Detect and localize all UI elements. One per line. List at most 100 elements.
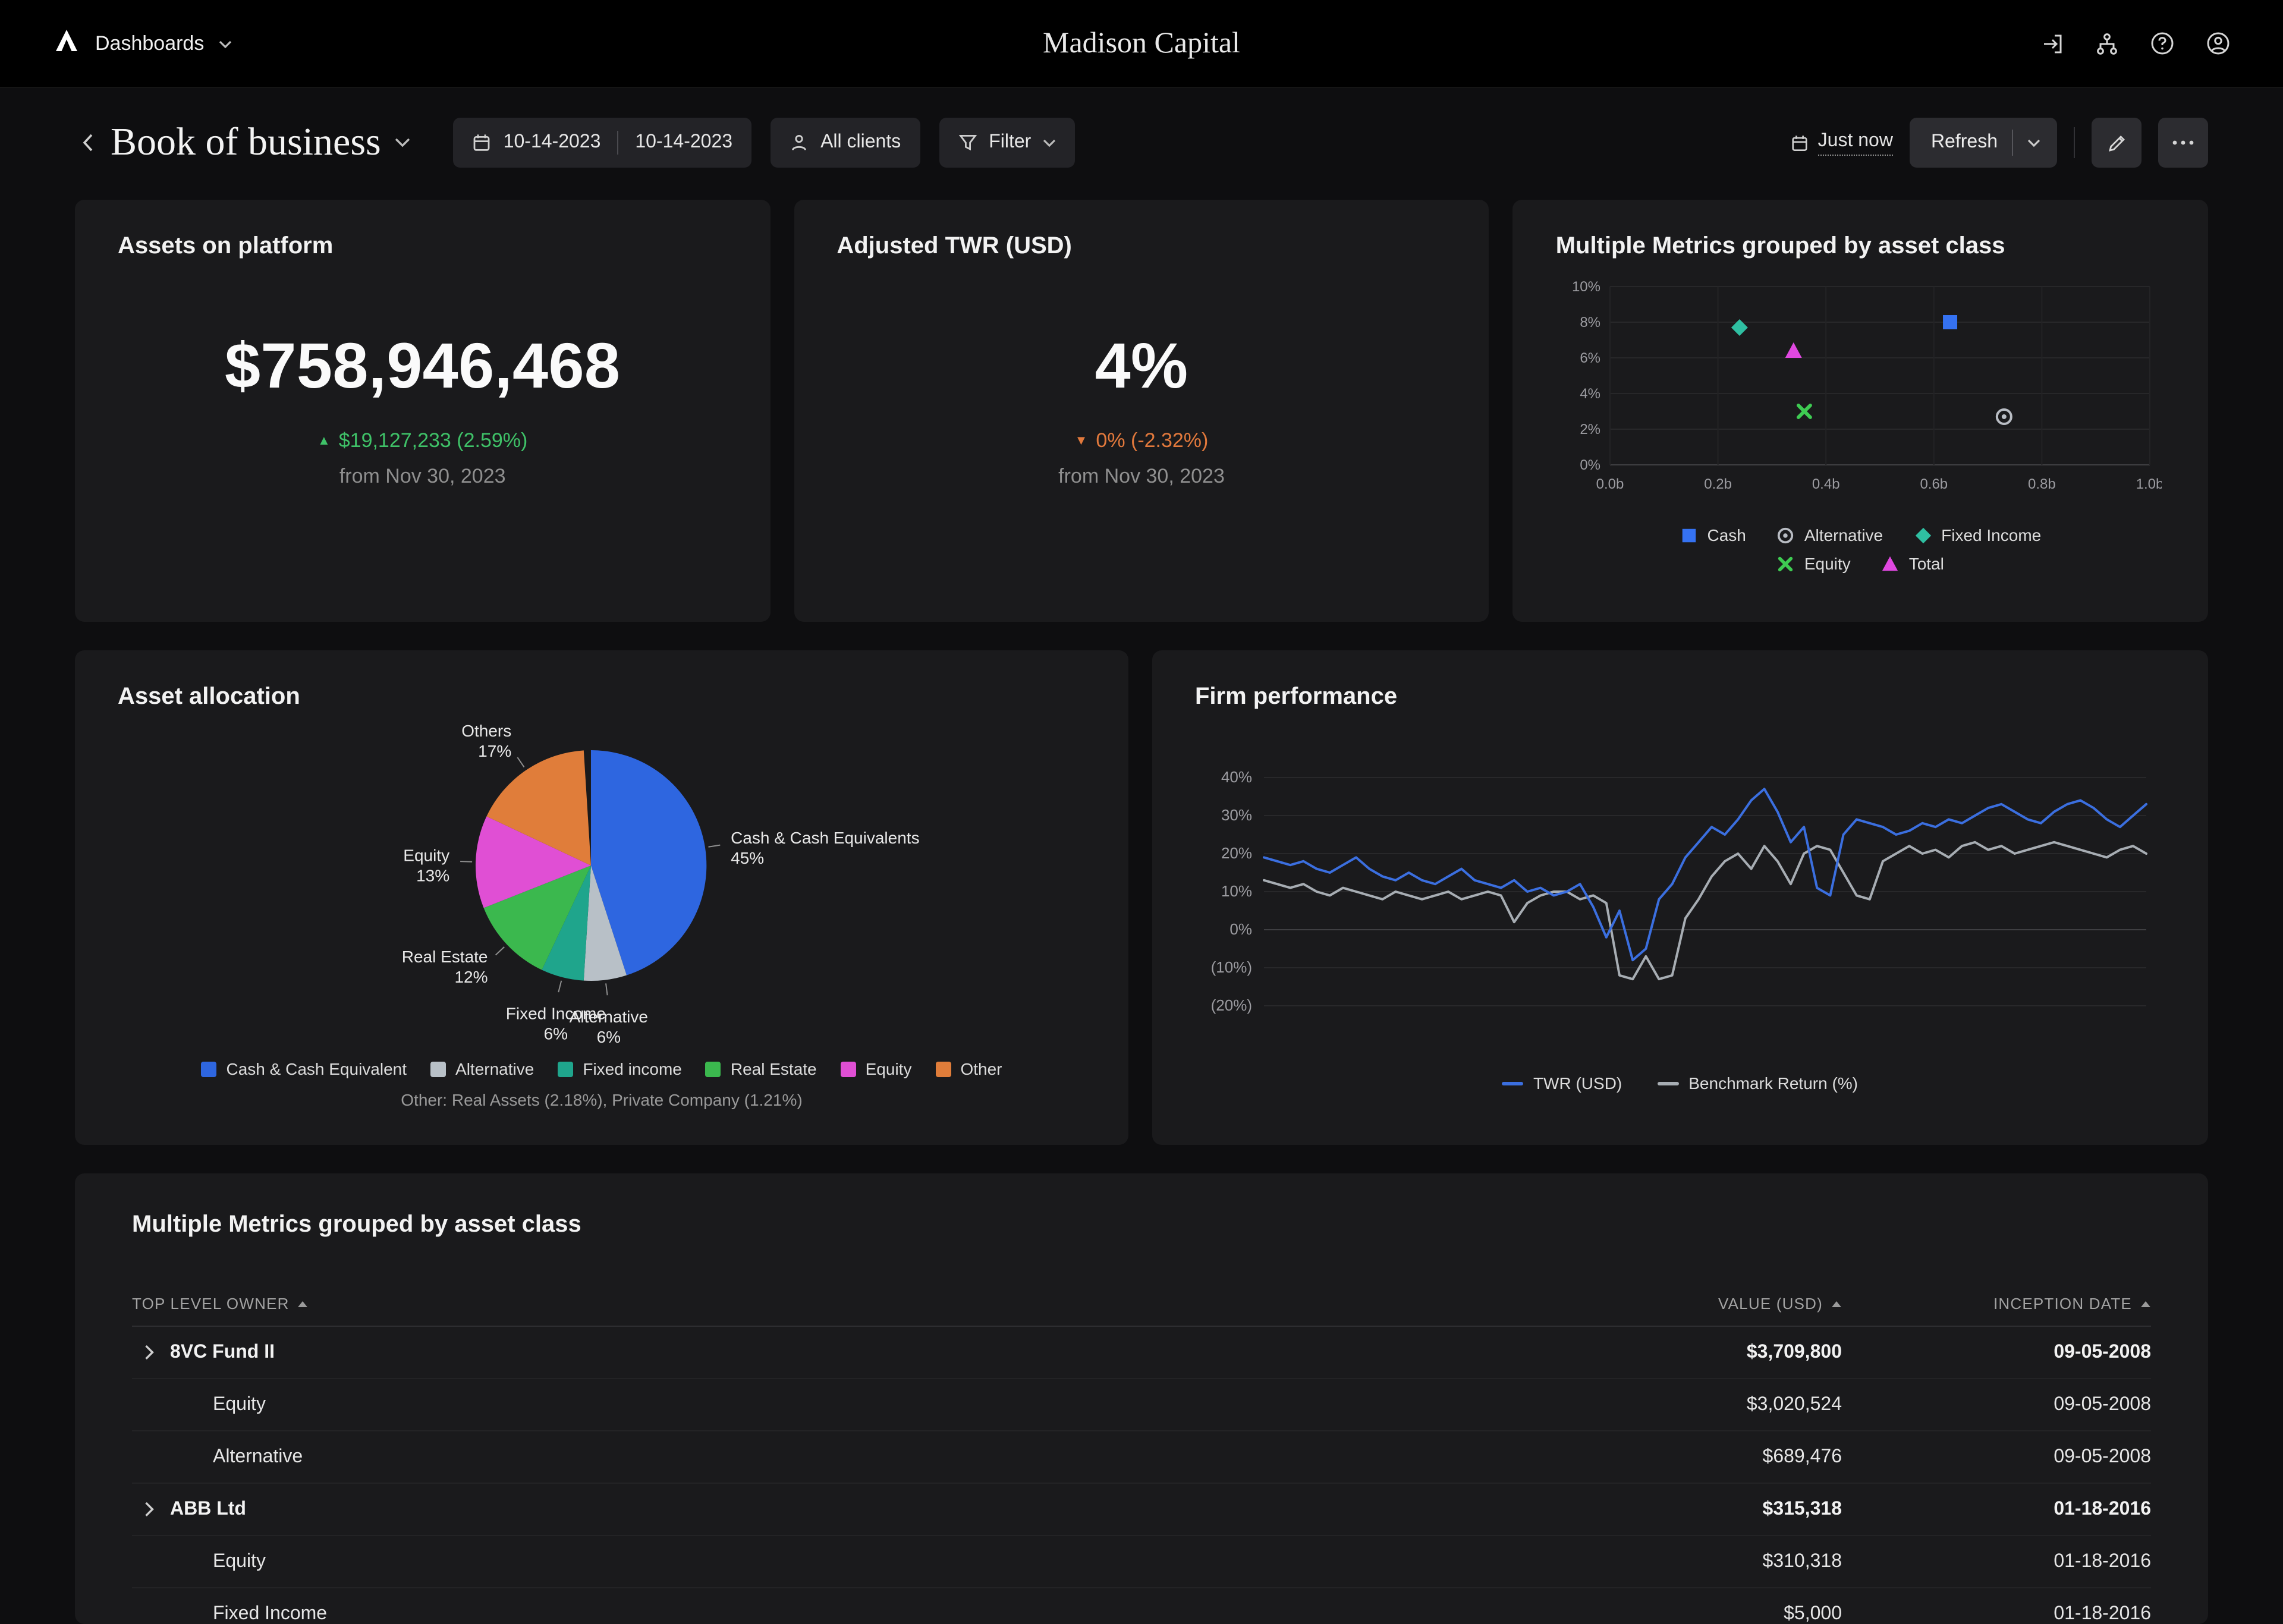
value-usd: $3,020,524 — [1604, 1394, 1842, 1415]
dashboard-title-menu[interactable]: Book of business — [111, 121, 411, 165]
assets-stat: $758,946,468 ▲ $19,127,233 (2.59%) from … — [118, 329, 727, 489]
svg-text:(10%): (10%) — [1211, 958, 1252, 976]
clients-filter-button[interactable]: All clients — [771, 118, 920, 168]
owner-name: Equity — [213, 1394, 266, 1414]
edit-button[interactable] — [2092, 118, 2142, 168]
column-inception-date[interactable]: INCEPTION DATE — [1842, 1295, 2151, 1313]
scatter-chart[interactable]: 0%2%4%6%8%10%0.0b0.2b0.4b0.6b0.8b1.0b — [1556, 277, 2165, 516]
last-updated-label: Just now — [1818, 130, 1893, 155]
svg-text:0.4b: 0.4b — [1813, 476, 1841, 492]
person-icon — [790, 133, 809, 152]
sign-in-icon — [2040, 32, 2064, 55]
inception-date: 09-05-2008 — [1842, 1342, 2151, 1363]
svg-text:0.6b: 0.6b — [1920, 476, 1948, 492]
more-options-button[interactable] — [2158, 118, 2208, 168]
line-chart[interactable]: 40%30%20%10%0%(10%)(20%) — [1195, 742, 2165, 1066]
inception-date: 01-18-2016 — [1842, 1551, 2151, 1572]
allocation-legend-equity: Equity — [841, 1059, 912, 1078]
value-usd: $315,318 — [1604, 1499, 1842, 1520]
inception-date: 01-18-2016 — [1842, 1603, 2151, 1624]
svg-text:2%: 2% — [1580, 421, 1601, 438]
funnel-icon — [958, 133, 977, 152]
allocation-footnote: Other: Real Assets (2.18%), Private Comp… — [118, 1090, 1086, 1109]
value-usd: $5,000 — [1604, 1603, 1842, 1624]
company-title: Madison Capital — [0, 27, 2283, 60]
date-range-picker[interactable]: 10-14-2023 10-14-2023 — [454, 118, 751, 168]
dashboard-toolbar: Book of business 10-14-2023 10-14-2023 A… — [0, 112, 2283, 174]
account-icon — [2206, 31, 2231, 56]
column-value-usd[interactable]: VALUE (USD) — [1604, 1295, 1842, 1313]
performance-legend-twr-usd-: TWR (USD) — [1502, 1074, 1622, 1093]
column-top-level-owner[interactable]: TOP LEVEL OWNER — [132, 1295, 1604, 1313]
topbar: Dashboards Madison Capital — [0, 0, 2283, 88]
card-title: Adjusted TWR (USD) — [837, 233, 1446, 260]
twr-value: 4% — [837, 329, 1446, 403]
table-header: TOP LEVEL OWNER VALUE (USD) INCEPTION DA… — [132, 1282, 2151, 1327]
table-row-child: Alternative $689,47609-05-2008 — [132, 1431, 2151, 1484]
performance-legend: TWR (USD)Benchmark Return (%) — [1195, 1074, 2165, 1093]
svg-text:Equity: Equity — [403, 846, 449, 865]
card-title: Firm performance — [1195, 684, 2165, 711]
table-row-group[interactable]: ABB Ltd$315,31801-18-2016 — [132, 1484, 2151, 1536]
card-title: Multiple Metrics grouped by asset class — [1556, 233, 2165, 260]
last-updated[interactable]: Just now — [1791, 130, 1893, 155]
owner-name: Alternative — [213, 1446, 303, 1466]
share-export-button[interactable] — [2040, 32, 2064, 55]
inception-date: 09-05-2008 — [1842, 1394, 2151, 1415]
delta-down-icon: ▼ — [1075, 434, 1088, 448]
filter-label: Filter — [989, 132, 1031, 153]
svg-text:17%: 17% — [478, 742, 511, 760]
svg-text:Others: Others — [461, 722, 511, 740]
adjusted-twr-card: Adjusted TWR (USD) 4% ▼ 0% (-2.32%) from… — [794, 200, 1489, 622]
owner-name: Fixed Income — [213, 1603, 327, 1623]
expand-chevron-icon[interactable] — [144, 1345, 155, 1360]
legend-item-equity: Equity — [1777, 554, 1851, 573]
assets-value: $758,946,468 — [118, 329, 727, 403]
value-usd: $310,318 — [1604, 1551, 1842, 1572]
delta-up-icon: ▲ — [317, 434, 331, 448]
svg-text:4%: 4% — [1580, 386, 1601, 402]
dashboards-menu[interactable]: Dashboards — [52, 29, 231, 58]
refresh-button[interactable]: Refresh — [1910, 118, 2057, 168]
metrics-table-card: Multiple Metrics grouped by asset class … — [75, 1173, 2208, 1624]
expand-chevron-icon[interactable] — [144, 1502, 155, 1517]
value-usd: $689,476 — [1604, 1446, 1842, 1468]
divider — [617, 131, 618, 155]
scatter-card: Multiple Metrics grouped by asset class … — [1513, 200, 2208, 622]
allocation-legend-fixed-income: Fixed income — [558, 1059, 682, 1078]
sort-asc-icon — [298, 1300, 309, 1307]
value-usd: $3,709,800 — [1604, 1342, 1842, 1363]
back-button[interactable] — [75, 128, 101, 157]
inception-date: 09-05-2008 — [1842, 1446, 2151, 1468]
pie-chart[interactable]: Cash & Cash Equivalents45%Alternative6%F… — [118, 713, 1086, 1057]
chevron-down-icon — [218, 33, 231, 54]
svg-text:13%: 13% — [416, 867, 449, 885]
date-start: 10-14-2023 — [504, 132, 601, 153]
svg-text:20%: 20% — [1221, 844, 1252, 862]
scatter-legend: CashAlternativeFixed IncomeEquityTotal — [1556, 525, 2165, 573]
app: Dashboards Madison Capital B — [0, 0, 2283, 1624]
allocation-legend: Cash & Cash EquivalentAlternativeFixed i… — [118, 1059, 1086, 1078]
table-row-child: Equity $310,31801-18-2016 — [132, 1536, 2151, 1588]
account-button[interactable] — [2206, 31, 2231, 56]
table-row-child: Fixed Income $5,00001-18-2016 — [132, 1588, 2151, 1624]
calendar-icon — [1791, 134, 1809, 152]
hierarchy-icon — [2095, 32, 2119, 55]
svg-text:Cash & Cash Equivalents: Cash & Cash Equivalents — [731, 829, 920, 847]
legend-item-total: Total — [1882, 554, 1944, 573]
chevron-left-icon — [82, 133, 94, 152]
pencil-icon — [2106, 133, 2127, 153]
help-icon — [2150, 31, 2175, 56]
svg-text:0%: 0% — [1229, 920, 1252, 938]
twr-delta: ▼ 0% (-2.32%) — [837, 429, 1446, 453]
help-button[interactable] — [2150, 31, 2175, 56]
filter-button[interactable]: Filter — [939, 118, 1075, 168]
svg-text:6%: 6% — [544, 1025, 568, 1043]
allocation-legend-other: Other — [935, 1059, 1002, 1078]
chevron-down-icon[interactable] — [2027, 139, 2040, 147]
hierarchy-button[interactable] — [2095, 32, 2119, 55]
assets-from-date: from Nov 30, 2023 — [118, 465, 727, 489]
dashboards-label: Dashboards — [95, 32, 204, 55]
owner-name: Equity — [213, 1551, 266, 1571]
table-row-group[interactable]: 8VC Fund II$3,709,80009-05-2008 — [132, 1327, 2151, 1379]
